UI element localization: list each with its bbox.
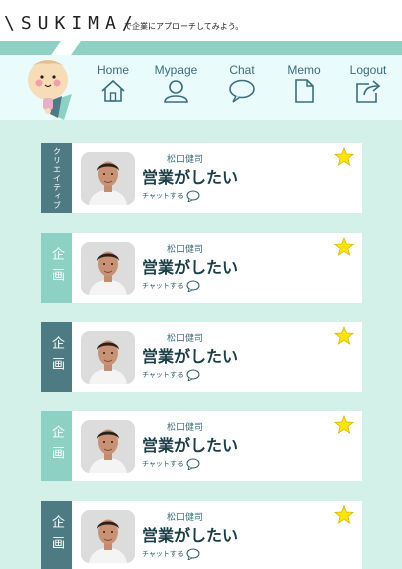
category-label: 企画 xyxy=(49,247,64,289)
profile-card[interactable]: 企画 松口健司 営業がしたい チャットする xyxy=(41,233,362,303)
card-title: 営業がしたい xyxy=(142,436,239,455)
logout-icon xyxy=(356,80,381,103)
avatar xyxy=(81,152,135,205)
profile-card[interactable]: 企画 松口健司 営業がしたい チャットする xyxy=(41,501,362,569)
header: \SUKIMA/ で企業にアプローチしてみよう。 xyxy=(0,0,402,41)
category-label: クリエイティブ xyxy=(52,146,62,210)
chat-bubble-icon xyxy=(186,548,200,560)
chat-link[interactable]: チャットする xyxy=(142,369,200,381)
chat-link-label: チャットする xyxy=(142,550,184,558)
avatar xyxy=(81,331,135,384)
nav-chat[interactable]: Chat xyxy=(218,63,266,103)
chat-link-label: チャットする xyxy=(142,460,184,468)
favorite-star-icon[interactable] xyxy=(334,415,354,434)
avatar xyxy=(81,420,135,473)
nav-home-label: Home xyxy=(96,63,129,77)
chat-link[interactable]: チャットする xyxy=(142,190,200,202)
category-tag: 企画 xyxy=(41,322,72,392)
nav-mypage-label: Mypage xyxy=(154,63,198,77)
profile-card[interactable]: クリエイティブ 松口健司 営業がしたい チャットする xyxy=(41,143,362,213)
category-tag: 企画 xyxy=(41,233,72,303)
chat-link-label: チャットする xyxy=(142,192,184,200)
favorite-star-icon[interactable] xyxy=(334,147,354,166)
user-icon xyxy=(164,80,188,103)
card-title: 営業がしたい xyxy=(142,347,239,366)
card-title: 営業がしたい xyxy=(142,258,239,277)
category-tag: 企画 xyxy=(41,411,72,481)
nav-chat-label: Chat xyxy=(229,63,255,77)
card-title: 営業がしたい xyxy=(142,168,239,187)
chat-link[interactable]: チャットする xyxy=(142,458,200,470)
nav-logout-label: Logout xyxy=(349,63,387,77)
speech-bubble-icon xyxy=(229,79,255,103)
category-tag: 企画 xyxy=(41,501,72,569)
nav-memo-label: Memo xyxy=(287,63,321,77)
category-tag: クリエイティブ xyxy=(41,143,72,213)
favorite-star-icon[interactable] xyxy=(334,237,354,256)
category-label: 企画 xyxy=(49,336,64,378)
avatar xyxy=(81,242,135,295)
home-icon xyxy=(101,79,125,102)
card-title: 営業がしたい xyxy=(142,526,239,545)
tagline: で企業にアプローチしてみよう。 xyxy=(124,22,244,31)
avatar xyxy=(81,510,135,563)
chat-bubble-icon xyxy=(186,458,200,470)
chat-link-label: チャットする xyxy=(142,282,184,290)
document-icon xyxy=(295,79,314,103)
profile-card[interactable]: 企画 松口健司 営業がしたい チャットする xyxy=(41,322,362,392)
chat-link[interactable]: チャットする xyxy=(142,548,200,560)
favorite-star-icon[interactable] xyxy=(334,326,354,345)
favorite-star-icon[interactable] xyxy=(334,505,354,524)
chat-bubble-icon xyxy=(186,190,200,202)
chat-link[interactable]: チャットする xyxy=(142,280,200,292)
nav-logout[interactable]: Logout xyxy=(344,63,392,103)
chat-link-label: チャットする xyxy=(142,371,184,379)
chat-bubble-icon xyxy=(186,369,200,381)
profile-card[interactable]: 企画 松口健司 営業がしたい チャットする xyxy=(41,411,362,481)
category-label: 企画 xyxy=(49,515,64,557)
nav-mypage[interactable]: Mypage xyxy=(152,63,200,103)
chat-bubble-icon xyxy=(186,280,200,292)
nav-home[interactable]: Home xyxy=(89,63,137,103)
mascot-illustration xyxy=(28,60,72,120)
nav-memo[interactable]: Memo xyxy=(280,63,328,103)
category-label: 企画 xyxy=(49,425,64,467)
app-logo[interactable]: \SUKIMA/ xyxy=(4,13,139,34)
